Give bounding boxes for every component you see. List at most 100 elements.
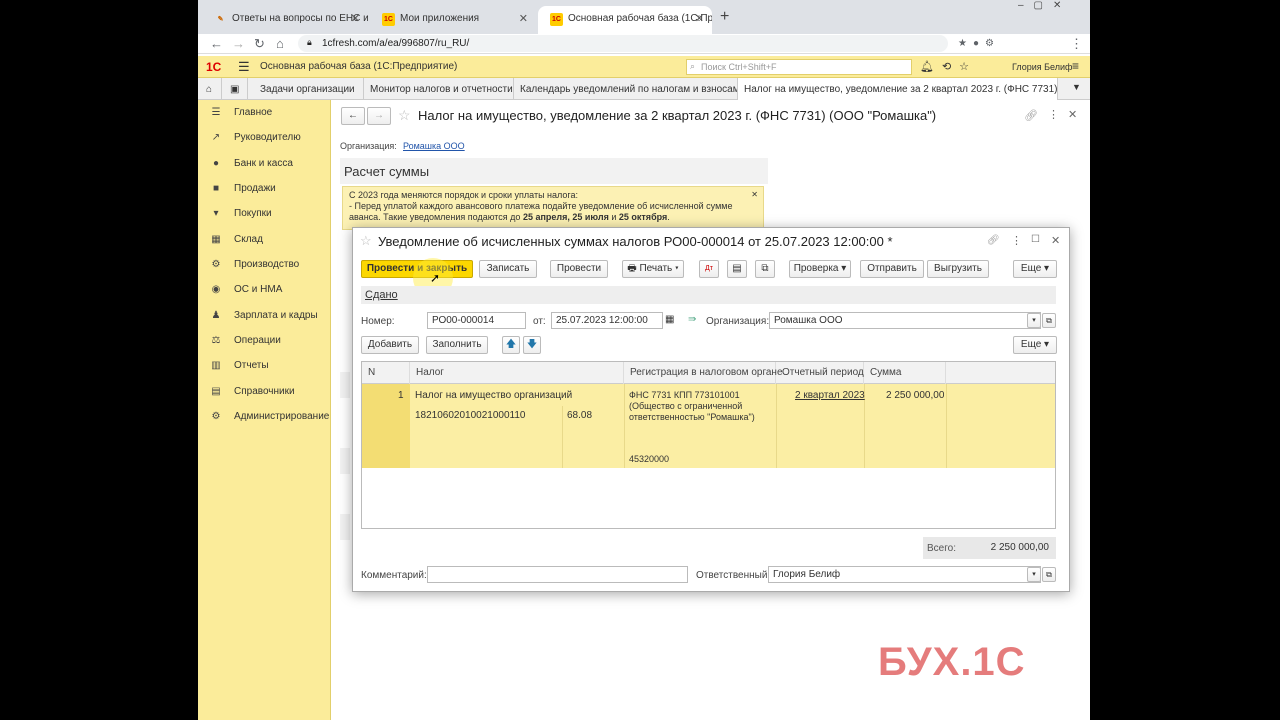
info-dates: 25 октября — [618, 212, 668, 222]
table-more-button[interactable]: Еще ▾ — [1013, 336, 1057, 354]
row-number: 1 — [398, 390, 404, 401]
messages-tab[interactable]: ▣ — [222, 78, 248, 100]
info-text: . — [667, 212, 670, 222]
close-icon[interactable]: ✕ — [351, 12, 360, 25]
status-link[interactable]: Сдано — [365, 289, 398, 301]
close-icon[interactable]: ✕ — [751, 189, 758, 200]
sidebar-item-bank[interactable]: ● Банк и касса — [210, 155, 293, 173]
global-search[interactable]: ⌕ Поиск Ctrl+Shift+F — [686, 59, 912, 75]
hamburger-icon[interactable]: ☰ — [238, 59, 250, 75]
table-row[interactable]: 1 Налог на имущество организаций 1821060… — [362, 384, 1055, 468]
new-tab-icon[interactable]: + — [720, 8, 729, 26]
more-icon[interactable]: ⋮ — [1011, 234, 1022, 247]
responsible-dropdown-button[interactable]: ▾ — [1027, 567, 1041, 582]
sidebar-item-warehouse[interactable]: ▦ Склад — [210, 231, 263, 249]
star-icon[interactable]: ☆ — [360, 233, 372, 249]
check-label: Проверка — [793, 263, 839, 274]
more-button[interactable]: Еще ▾ — [1013, 260, 1057, 278]
number-field[interactable]: РО00-000014 — [427, 312, 526, 329]
upload-button[interactable]: Выгрузить — [927, 260, 989, 278]
sidebar-item-main[interactable]: ☰ Главное — [210, 104, 273, 122]
maximize-icon[interactable]: ☐ — [1031, 234, 1040, 245]
star-icon[interactable]: ☆ — [398, 107, 411, 124]
sidebar-item-assets[interactable]: ◉ ОС и НМА — [210, 281, 283, 299]
home-icon[interactable]: ⌂ — [276, 35, 284, 52]
org-open-button[interactable]: ⧉ — [1042, 313, 1056, 328]
sidebar-item-label: Производство — [234, 259, 300, 270]
browser-tab-base[interactable]: 1С Основная рабочая база (1С:Пр ✕ — [538, 6, 712, 34]
comment-field[interactable] — [427, 566, 688, 583]
sidebar-item-admin[interactable]: ⚙ Администрирование — [210, 408, 330, 426]
sidebar-item-purchases[interactable]: ▾ Покупки — [210, 205, 272, 223]
back-icon[interactable]: ← — [210, 35, 223, 52]
forward-button[interactable]: → — [367, 107, 391, 125]
reload-icon[interactable]: ↻ — [254, 35, 265, 52]
number-label: Номер: — [361, 316, 395, 327]
save-button[interactable]: Записать — [479, 260, 537, 278]
header-icons[interactable]: 🔔︎⟲☆ — [920, 60, 977, 73]
sidebar-item-catalogs[interactable]: ▤ Справочники — [210, 383, 294, 401]
post-button[interactable]: Провести — [550, 260, 608, 278]
close-icon[interactable]: ✕ — [1068, 108, 1077, 121]
org-link[interactable]: Ромашка ООО — [403, 141, 465, 151]
calendar-icon[interactable]: ▦ — [665, 314, 674, 325]
chevron-down-icon[interactable]: ▼ — [1072, 82, 1081, 92]
period-link[interactable]: 2 квартал 2023 — [795, 390, 865, 401]
col-registration[interactable]: Регистрация в налоговом органе — [624, 362, 783, 384]
fill-button[interactable]: Заполнить — [426, 336, 488, 354]
send-button[interactable]: Отправить — [860, 260, 924, 278]
close-icon[interactable]: ✕ — [695, 12, 704, 25]
settings-menu-icon[interactable]: ≡ — [1072, 59, 1079, 73]
registration-line: ФНС 7731 КПП 773101001 — [629, 390, 740, 400]
forward-icon[interactable]: → — [232, 35, 245, 52]
sidebar-item-reports[interactable]: ▥ Отчеты — [210, 357, 268, 375]
close-icon[interactable]: ✕ — [1051, 234, 1060, 247]
sidebar-item-label: Покупки — [234, 208, 272, 219]
sidebar-item-salary[interactable]: ♟ Зарплата и кадры — [210, 307, 318, 325]
browser-tab-strip: ✎ Ответы на вопросы по ЕНС и ус ✕ 1С Мои… — [198, 0, 1090, 34]
print-button[interactable]: 🖶︎ Печать ▾ — [622, 260, 684, 278]
menu-dots-icon[interactable]: ⋮ — [1070, 35, 1083, 52]
extensions-icons[interactable]: ★●⚙ — [958, 35, 1000, 52]
responsible-field[interactable]: Глория Белиф — [768, 566, 1041, 583]
move-up-button[interactable]: 🡅 — [502, 336, 520, 354]
section-divider — [340, 448, 350, 474]
org-field[interactable]: Ромашка ООО — [769, 312, 1041, 329]
window-controls[interactable]: –▢✕ — [1018, 0, 1071, 11]
tab-monitor[interactable]: Монитор налогов и отчетности — [364, 78, 514, 100]
add-button[interactable]: Добавить — [361, 336, 419, 354]
url-field[interactable]: 🔒︎ 1cfresh.com/a/ea/996807/ru_RU/ — [298, 35, 948, 52]
section-title: Расчет суммы — [344, 164, 430, 179]
close-icon[interactable]: ✕ — [519, 12, 528, 25]
sidebar-item-operations[interactable]: ⚖ Операции — [210, 332, 281, 350]
sidebar-item-production[interactable]: ⚙ Производство — [210, 256, 300, 274]
sidebar-item-sales[interactable]: ■ Продажи — [210, 180, 276, 198]
responsible-open-button[interactable]: ⧉ — [1042, 567, 1056, 582]
more-icon[interactable]: ⋮ — [1048, 108, 1059, 121]
browser-tab-ens[interactable]: ✎ Ответы на вопросы по ЕНС и ус ✕ — [202, 6, 368, 34]
sidebar-item-director[interactable]: ↗ Руководителю — [210, 129, 301, 147]
col-divider — [624, 384, 625, 468]
doc-list-button[interactable]: ▤ — [727, 260, 747, 278]
link-icon[interactable]: 🔗︎ — [987, 235, 1000, 246]
dt-kt-button[interactable]: Дт — [699, 260, 719, 278]
tab-calendar[interactable]: Календарь уведомлений по налогам и взнос… — [514, 78, 738, 100]
browser-tab-apps[interactable]: 1С Мои приложения ✕ — [370, 6, 536, 34]
move-down-button[interactable]: 🡇 — [523, 336, 541, 354]
check-button[interactable]: Проверка ▾ — [789, 260, 851, 278]
structure-button[interactable]: ⧉ — [755, 260, 775, 278]
chart-icon: ▥ — [211, 360, 221, 371]
col-sum[interactable]: Сумма — [864, 362, 946, 384]
org-dropdown-button[interactable]: ▾ — [1027, 313, 1041, 328]
tab-tax-notice[interactable]: Налог на имущество, уведомление за 2 ква… — [738, 78, 1058, 100]
tab-tasks[interactable]: Задачи организации — [254, 78, 364, 100]
col-tax[interactable]: Налог — [410, 362, 624, 384]
user-name[interactable]: Глория Белиф — [1012, 62, 1072, 72]
col-period[interactable]: Отчетный период — [776, 362, 864, 384]
date-field[interactable]: 25.07.2023 12:00:00 — [551, 312, 663, 329]
sidebar-item-label: Операции — [234, 335, 281, 346]
col-n[interactable]: N — [362, 362, 410, 384]
back-button[interactable]: ← — [341, 107, 365, 125]
home-tab[interactable]: ⌂ — [198, 78, 222, 100]
link-icon[interactable]: 🔗︎ — [1024, 109, 1038, 122]
